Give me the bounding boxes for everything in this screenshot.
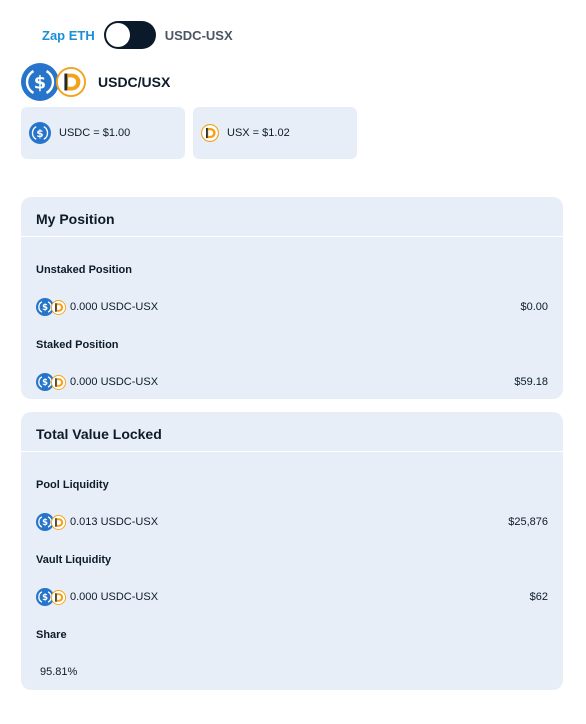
- usx-icon: [56, 67, 86, 97]
- usdc-price: USDC = $1.00: [59, 127, 131, 139]
- svg-text:$: $: [36, 128, 43, 140]
- usx-icon: [51, 299, 66, 315]
- usdc-price-card: $ USDC = $1.00: [21, 107, 185, 159]
- lp-pair-icon: $: [36, 373, 66, 391]
- vault-liquidity-row: $ 0.000 USDC-USX $62: [36, 587, 548, 607]
- svg-text:$: $: [42, 377, 48, 387]
- pool-pair-icon: $: [21, 63, 86, 101]
- svg-text:$: $: [42, 592, 48, 602]
- tvl-title: Total Value Locked: [21, 412, 563, 452]
- pool-liquidity-label: Pool Liquidity: [36, 479, 109, 491]
- usx-icon: [51, 374, 66, 390]
- unstaked-position-row: $ 0.000 USDC-USX $0.00: [36, 297, 548, 317]
- staked-position-row: $ 0.000 USDC-USX $59.18: [36, 372, 548, 392]
- lp-pair-icon: $: [36, 513, 66, 531]
- usdc-icon: $: [21, 63, 59, 101]
- staked-usd: $59.18: [514, 376, 548, 388]
- usx-icon: [201, 124, 219, 142]
- zap-eth-label[interactable]: Zap ETH: [42, 28, 95, 43]
- svg-text:$: $: [42, 302, 48, 312]
- pool-liquidity-usd: $25,876: [508, 516, 548, 528]
- my-position-panel: My Position Unstaked Position $ 0.000 US…: [21, 197, 563, 399]
- usx-price: USX = $1.02: [227, 127, 290, 139]
- staked-position-label: Staked Position: [36, 339, 119, 351]
- unstaked-amount: 0.000 USDC-USX: [70, 301, 159, 313]
- usdc-icon: $: [29, 122, 51, 144]
- usx-icon: [51, 514, 66, 530]
- share-label: Share: [36, 629, 67, 641]
- staked-amount: 0.000 USDC-USX: [70, 376, 159, 388]
- pool-title: USDC/USX: [98, 74, 171, 90]
- unstaked-position-label: Unstaked Position: [36, 264, 132, 276]
- toggle-knob: [105, 23, 130, 47]
- svg-text:$: $: [34, 73, 46, 94]
- lp-pair-icon: $: [36, 588, 66, 606]
- pool-liquidity-row: $ 0.013 USDC-USX $25,876: [36, 512, 548, 532]
- pool-liquidity-amount: 0.013 USDC-USX: [70, 516, 159, 528]
- vault-liquidity-usd: $62: [529, 591, 548, 603]
- zap-toggle-row: Zap ETH USDC-USX: [42, 20, 233, 50]
- zap-toggle-switch[interactable]: [103, 21, 156, 49]
- unstaked-usd: $0.00: [520, 301, 548, 313]
- svg-text:$: $: [42, 517, 48, 527]
- usx-price-card: USX = $1.02: [193, 107, 357, 159]
- vault-liquidity-label: Vault Liquidity: [36, 554, 112, 566]
- pool-header: $ USDC/USX: [21, 63, 170, 101]
- lp-pair-icon: $: [36, 298, 66, 316]
- lp-token-label[interactable]: USDC-USX: [165, 28, 233, 43]
- vault-liquidity-amount: 0.000 USDC-USX: [70, 591, 159, 603]
- share-value: 95.81%: [40, 666, 78, 678]
- my-position-title: My Position: [21, 197, 563, 237]
- usx-icon: [51, 589, 66, 605]
- tvl-panel: Total Value Locked Pool Liquidity $ 0.01…: [21, 412, 563, 690]
